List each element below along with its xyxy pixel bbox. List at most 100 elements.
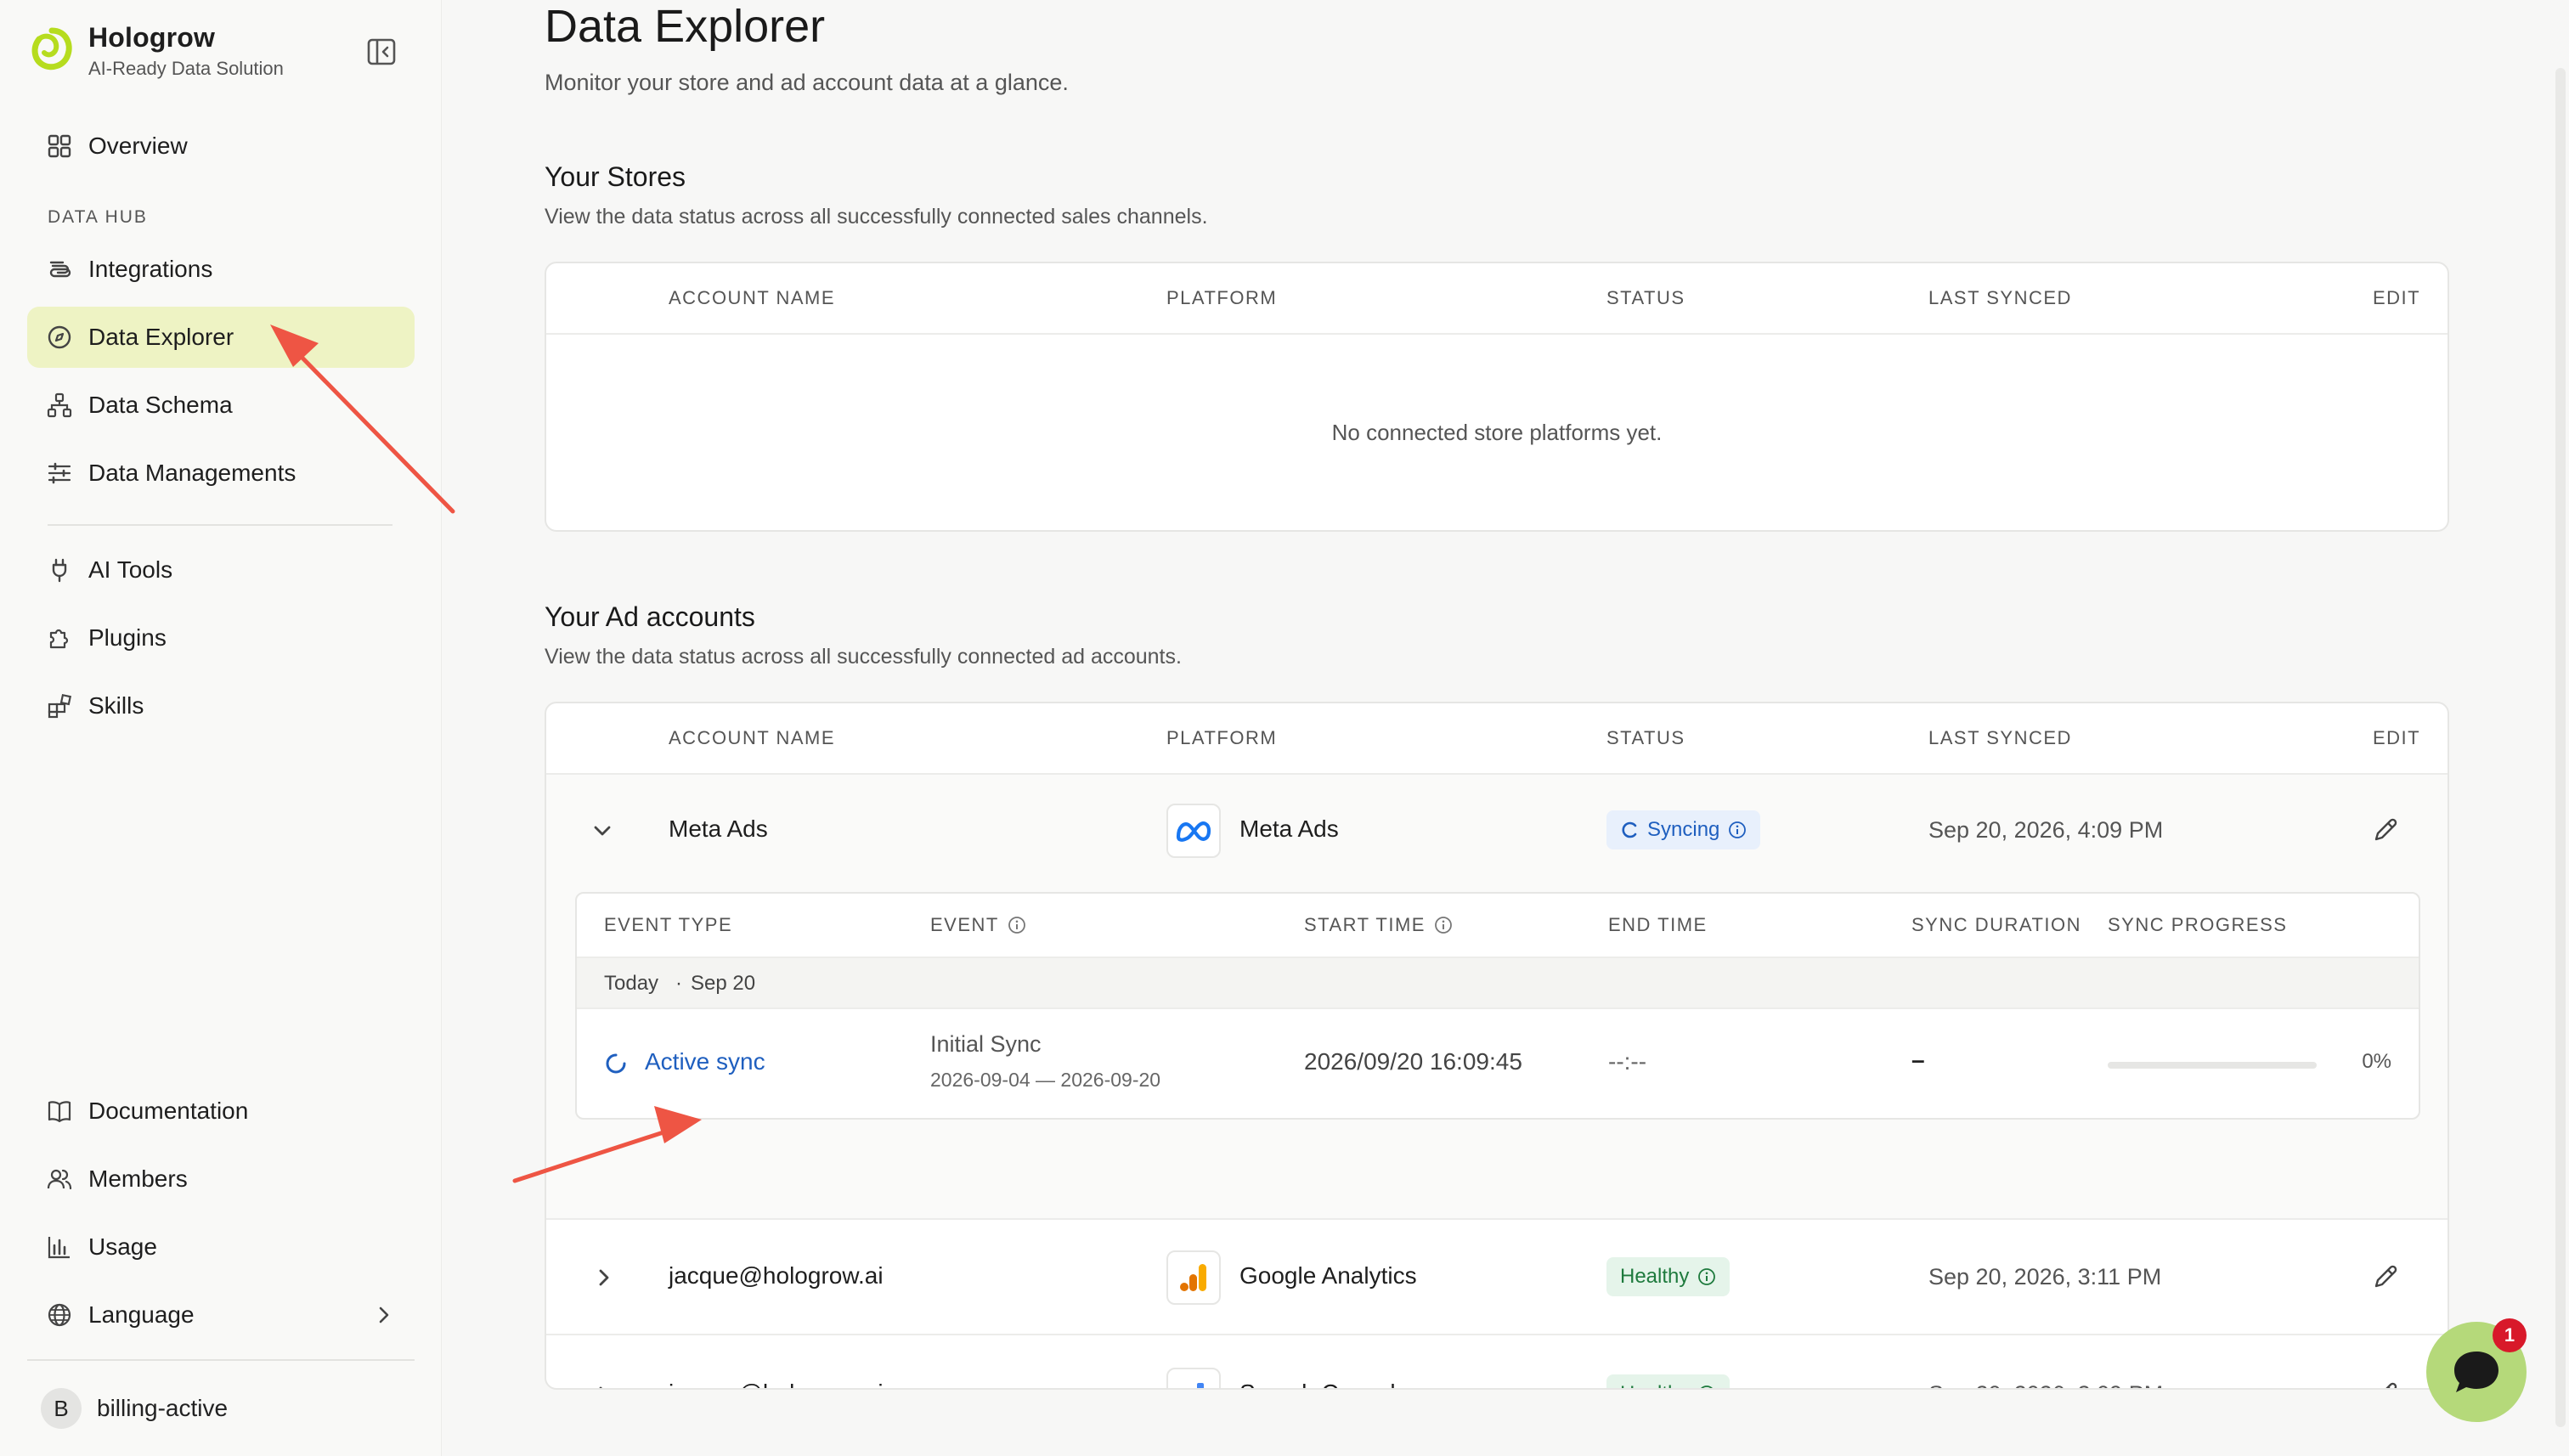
- account-name: Meta Ads: [669, 815, 768, 842]
- account-name: jacque@hologrow.ai: [669, 1262, 884, 1289]
- sidebar-item-label: Plugins: [88, 624, 167, 651]
- sidebar-item-ai-tools[interactable]: AI Tools: [27, 539, 415, 601]
- stores-title: Your Stores: [545, 161, 686, 192]
- info-icon[interactable]: [1008, 916, 1026, 934]
- col-sync-progress: SYNC PROGRESS: [2108, 914, 2288, 935]
- sidebar-item-label: AI Tools: [88, 556, 173, 583]
- col-platform: PLATFORM: [1166, 727, 1278, 748]
- last-synced: Sep 20, 2026, 4:09 PM: [1928, 817, 2164, 843]
- info-icon[interactable]: [1728, 821, 1747, 839]
- chat-bubble-icon: [2454, 1352, 2498, 1392]
- sidebar-item-label: Members: [88, 1165, 188, 1192]
- page-title: Data Explorer: [545, 1, 826, 52]
- event-name: Initial Sync: [930, 1031, 1042, 1057]
- sidebar: Hologrow AI-Ready Data Solution Overview…: [0, 0, 442, 1456]
- sidebar-item-label: Overview: [88, 133, 188, 159]
- info-icon[interactable]: [1434, 916, 1453, 934]
- sidebar-item-overview[interactable]: Overview: [27, 116, 415, 177]
- account-name: jacque@hologrow.ai: [669, 1380, 884, 1388]
- last-synced: Sep 20, 2026, 3:09 PM: [1928, 1381, 2163, 1388]
- date-group-row: Today · Sep 20: [577, 957, 2419, 1009]
- sidebar-item-members[interactable]: Members: [27, 1148, 415, 1210]
- sidebar-item-language[interactable]: Language: [27, 1284, 415, 1346]
- sidebar-item-label: Data Explorer: [88, 324, 234, 350]
- ads-title: Your Ad accounts: [545, 601, 755, 632]
- main-content: Data Explorer Monitor your store and ad …: [442, 0, 2569, 1456]
- collapse-sidebar-icon[interactable]: [365, 36, 398, 68]
- group-separator: ·: [675, 972, 682, 995]
- chevron-right-icon[interactable]: [596, 1383, 613, 1390]
- sidebar-item-label: Data Managements: [88, 460, 296, 486]
- edit-pencil-icon[interactable]: [2371, 1262, 2400, 1291]
- col-event: EVENT: [930, 914, 1026, 936]
- info-icon[interactable]: [1697, 1385, 1716, 1390]
- col-event-type: EVENT TYPE: [604, 914, 733, 935]
- status-badge[interactable]: Healthy: [1606, 1374, 1731, 1390]
- col-status: STATUS: [1606, 287, 1685, 308]
- chat-notification-badge: 1: [2493, 1318, 2527, 1352]
- col-last-synced: LAST SYNCED: [1928, 287, 2072, 308]
- puzzle-icon: [49, 629, 69, 649]
- sync-event-row[interactable]: Active sync Initial Sync 2026-09-04 — 20…: [577, 1009, 2419, 1118]
- col-sync-duration: SYNC DURATION: [1911, 914, 2081, 935]
- group-day: Today: [604, 972, 659, 995]
- brand[interactable]: Hologrow AI-Ready Data Solution: [29, 22, 403, 83]
- event-end-time: --:--: [1608, 1048, 1647, 1075]
- sidebar-item-data-explorer[interactable]: Data Explorer: [27, 307, 415, 368]
- col-account-name: ACCOUNT NAME: [669, 727, 836, 748]
- event-type-link[interactable]: Active sync: [645, 1048, 765, 1075]
- info-icon[interactable]: [1697, 1267, 1716, 1286]
- compass-icon: [48, 325, 71, 349]
- ads-table: ACCOUNT NAME PLATFORM STATUS LAST SYNCED…: [545, 702, 2449, 1390]
- col-status: STATUS: [1606, 727, 1685, 748]
- table-row[interactable]: jacque@hologrow.ai Google Analytics Heal…: [546, 1220, 2448, 1334]
- col-platform: PLATFORM: [1166, 287, 1278, 308]
- sidebar-item-label: Documentation: [88, 1098, 249, 1124]
- page-subtitle: Monitor your store and ad account data a…: [545, 70, 1069, 95]
- sidebar-item-data-schema[interactable]: Data Schema: [27, 375, 415, 436]
- app-tagline: AI-Ready Data Solution: [88, 58, 284, 79]
- sidebar-item-label: Integrations: [88, 256, 213, 282]
- last-synced: Sep 20, 2026, 3:11 PM: [1928, 1264, 2162, 1290]
- table-row[interactable]: Meta Ads Meta Ads Syncing Sep 20, 2026, …: [546, 775, 2448, 1218]
- status-text: Healthy: [1620, 1265, 1690, 1288]
- hologrow-logo-icon: [31, 27, 72, 71]
- status-badge[interactable]: Syncing: [1606, 810, 1761, 849]
- sidebar-item-documentation[interactable]: Documentation: [27, 1081, 415, 1142]
- edit-pencil-icon[interactable]: [2371, 815, 2400, 844]
- sync-progress-bar: [2108, 1062, 2317, 1069]
- user-name: billing-active: [97, 1395, 229, 1421]
- status-text: Syncing: [1647, 818, 1720, 841]
- col-edit: EDIT: [2373, 727, 2421, 748]
- grid-icon: [48, 134, 71, 158]
- sync-progress-label: 0%: [2362, 1050, 2391, 1073]
- edit-pencil-icon[interactable]: [2371, 1380, 2400, 1390]
- users-icon: [47, 1169, 72, 1190]
- sidebar-item-data-managements[interactable]: Data Managements: [27, 443, 415, 504]
- sidebar-divider: [48, 524, 392, 526]
- search-console-logo-icon: [1166, 1368, 1221, 1388]
- meta-logo-icon: [1166, 804, 1221, 858]
- chevron-down-icon[interactable]: [590, 822, 614, 839]
- bar-chart-icon: [48, 1237, 70, 1259]
- sidebar-item-plugins[interactable]: Plugins: [27, 607, 415, 669]
- event-sync-duration: –: [1911, 1047, 1925, 1073]
- sidebar-item-skills[interactable]: Skills: [27, 675, 415, 736]
- chevron-right-icon: [379, 1306, 389, 1323]
- status-badge[interactable]: Healthy: [1606, 1257, 1731, 1296]
- scrollbar[interactable]: [2555, 68, 2566, 1427]
- sync-events-table: EVENT TYPE EVENT START TIME END TIME SYN…: [575, 892, 2420, 1120]
- stores-empty-message: No connected store platforms yet.: [1331, 420, 1663, 445]
- table-row[interactable]: jacque@hologrow.ai Search Console Health…: [546, 1335, 2448, 1390]
- event-start-time: 2026/09/20 16:09:45: [1304, 1048, 1522, 1075]
- platform-name: Search Console: [1239, 1380, 1409, 1388]
- sidebar-item-usage[interactable]: Usage: [27, 1216, 415, 1278]
- link-icon: [49, 261, 71, 278]
- sidebar-bottom-divider: [27, 1359, 415, 1361]
- stores-table: ACCOUNT NAME PLATFORM STATUS LAST SYNCED…: [545, 262, 2449, 532]
- sidebar-item-integrations[interactable]: Integrations: [27, 239, 415, 300]
- hierarchy-icon: [47, 392, 72, 418]
- user-account[interactable]: B billing-active: [41, 1386, 228, 1431]
- sliders-icon: [48, 462, 71, 484]
- chevron-right-icon[interactable]: [596, 1266, 613, 1290]
